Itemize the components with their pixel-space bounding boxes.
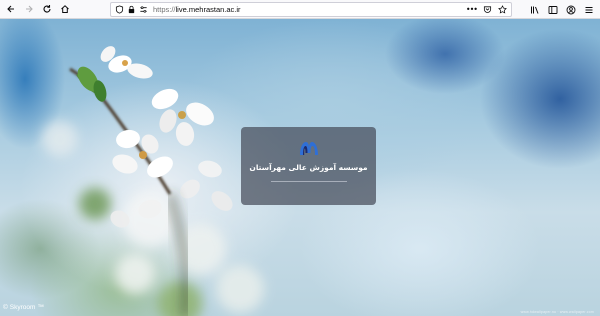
bookmark-star-icon[interactable]	[498, 5, 507, 14]
back-button[interactable]	[4, 2, 18, 16]
permissions-icon[interactable]	[139, 5, 148, 14]
page-viewport: موسسه آموزش عالی مهرآستان © Skyroom ™ www…	[0, 19, 600, 316]
browser-toolbar: https://live.mehrastan.ac.ir •••	[0, 0, 600, 19]
copyright-icon: ©	[3, 304, 8, 311]
shield-icon[interactable]	[115, 5, 124, 14]
home-button[interactable]	[58, 2, 72, 16]
page-actions-icon[interactable]: •••	[466, 5, 478, 14]
account-icon[interactable]	[566, 5, 576, 15]
skyroom-watermark: © Skyroom ™	[3, 304, 44, 311]
institute-name: موسسه آموزش عالی مهرآستان	[249, 163, 368, 172]
login-card: موسسه آموزش عالی مهرآستان	[241, 127, 376, 205]
card-divider	[270, 181, 347, 182]
forward-button[interactable]	[22, 2, 36, 16]
skyroom-tm: ™	[37, 304, 44, 311]
lock-icon[interactable]	[127, 5, 136, 14]
home-icon	[61, 5, 69, 13]
reload-button[interactable]	[40, 2, 54, 16]
sidebar-icon[interactable]	[548, 5, 558, 15]
forward-arrow-icon	[26, 5, 33, 13]
library-icon[interactable]	[530, 5, 540, 15]
mehrastan-logo	[298, 139, 320, 157]
reload-icon	[43, 5, 51, 13]
url-text: https://live.mehrastan.ac.ir	[153, 5, 241, 14]
url-bar[interactable]: https://live.mehrastan.ac.ir •••	[110, 2, 512, 17]
wallpaper-credit: www.hdwallpaper.nu · www.wallpaper.com	[520, 310, 594, 314]
skyroom-label: Skyroom	[9, 304, 36, 311]
menu-icon[interactable]	[584, 5, 594, 15]
back-arrow-icon	[7, 5, 14, 13]
pocket-icon[interactable]	[483, 5, 492, 14]
